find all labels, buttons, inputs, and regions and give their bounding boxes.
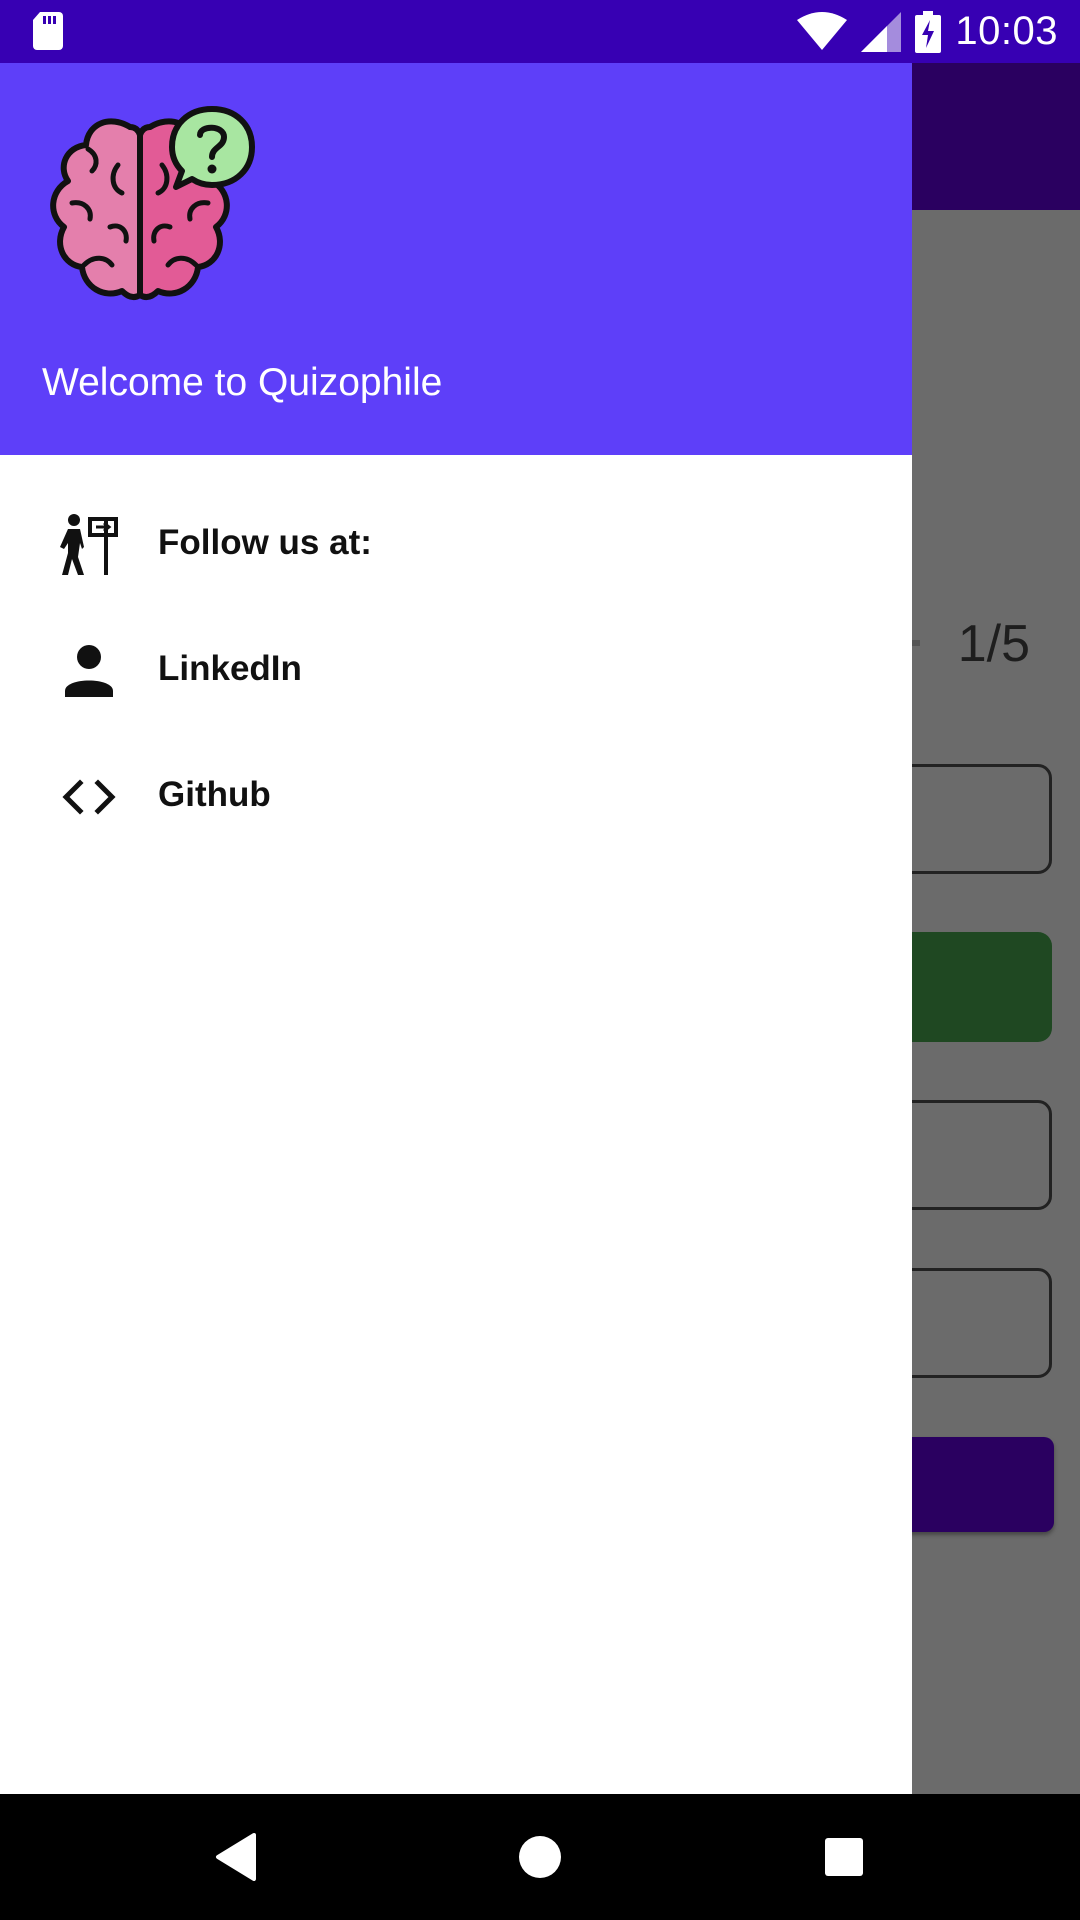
question-counter: 1/5 bbox=[957, 615, 1030, 673]
brain-question-logo bbox=[50, 106, 255, 301]
home-button[interactable] bbox=[477, 1794, 603, 1920]
drawer-header: Welcome to Quizophile bbox=[0, 63, 912, 455]
menu-item-linkedin[interactable]: LinkedIn bbox=[0, 608, 912, 734]
quiz-progress-bar bbox=[912, 640, 920, 646]
battery-charging-icon bbox=[915, 10, 942, 53]
system-navigation-bar bbox=[0, 1794, 1080, 1920]
back-button[interactable] bbox=[173, 1794, 299, 1920]
code-icon bbox=[62, 779, 116, 815]
person-signpost-icon bbox=[60, 514, 118, 575]
menu-item-label: Github bbox=[158, 775, 271, 814]
back-icon bbox=[216, 1833, 256, 1881]
drawer-header-title: Welcome to Quizophile bbox=[42, 361, 443, 404]
status-bar: 10:03 bbox=[0, 0, 1080, 63]
recents-button[interactable] bbox=[781, 1794, 907, 1920]
menu-item-label: Follow us at: bbox=[158, 523, 372, 562]
menu-item-github[interactable]: Github bbox=[0, 734, 912, 860]
sd-card-icon bbox=[33, 12, 63, 50]
recents-icon bbox=[825, 1838, 863, 1876]
person-icon bbox=[65, 645, 113, 697]
wifi-icon bbox=[797, 11, 848, 50]
status-time: 10:03 bbox=[955, 9, 1058, 53]
signal-icon bbox=[861, 11, 902, 52]
home-icon bbox=[519, 1836, 561, 1878]
menu-item-label: LinkedIn bbox=[158, 649, 302, 688]
navigation-drawer: Welcome to Quizophile Follow us at: Link… bbox=[0, 63, 912, 1794]
menu-item-follow-us[interactable]: Follow us at: bbox=[0, 482, 912, 608]
